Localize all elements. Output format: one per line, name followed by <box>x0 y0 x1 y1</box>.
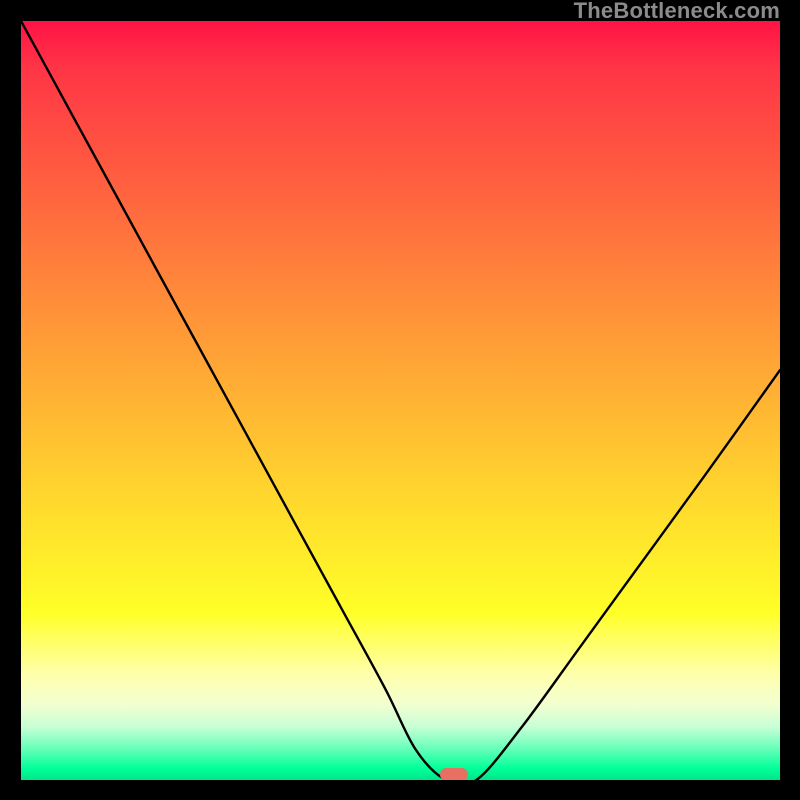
optimal-marker <box>440 768 468 780</box>
chart-frame: TheBottleneck.com <box>0 0 800 800</box>
plot-area <box>21 21 780 780</box>
curve-path <box>21 21 780 780</box>
bottleneck-curve <box>21 21 780 780</box>
